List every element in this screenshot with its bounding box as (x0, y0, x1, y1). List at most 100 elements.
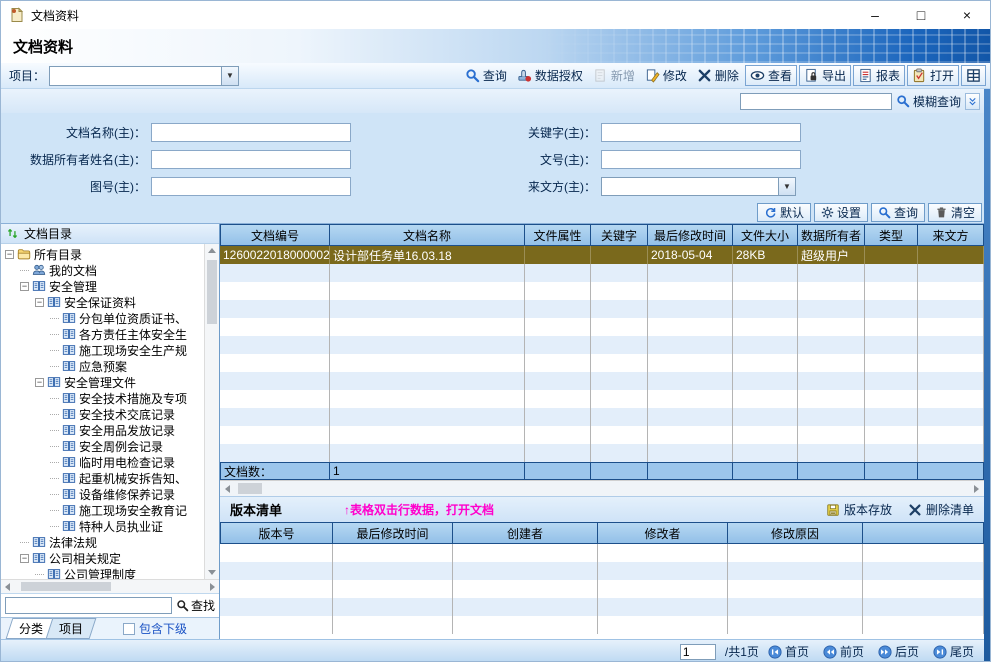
filter-default-button[interactable]: 默认 (757, 203, 811, 222)
toolbar-view-button[interactable]: 查看 (745, 65, 797, 86)
column-header[interactable]: 文档编号 (220, 224, 330, 246)
column-header[interactable]: 文档名称 (330, 224, 525, 246)
tree-item[interactable]: 我的文档 (1, 262, 204, 278)
column-header[interactable]: 来文方 (918, 224, 984, 246)
fuzzy-search-button[interactable]: 模糊查询 (896, 93, 961, 110)
table-row[interactable] (220, 408, 984, 426)
toolbar-data-auth-button[interactable]: 数据授权 (513, 65, 587, 86)
maximize-button[interactable]: □ (898, 1, 944, 29)
tree-item[interactable]: 法律法规 (1, 534, 204, 550)
column-header[interactable]: 数据所有者 (798, 224, 865, 246)
minimize-button[interactable]: – (852, 1, 898, 29)
page-number-input[interactable] (680, 644, 716, 660)
column-header[interactable]: 文件大小 (733, 224, 798, 246)
tree-expander-icon[interactable]: − (20, 282, 29, 291)
data-owner-name-input[interactable] (151, 150, 351, 169)
column-header[interactable]: 修改原因 (728, 522, 863, 544)
table-row[interactable] (220, 616, 984, 634)
table-row[interactable] (220, 562, 984, 580)
table-row[interactable] (220, 444, 984, 462)
scroll-up-icon[interactable] (208, 248, 216, 253)
table-row[interactable] (220, 580, 984, 598)
scrollbar-thumb[interactable] (207, 260, 217, 324)
chevron-down-icon[interactable]: ▼ (778, 178, 795, 195)
tree-item[interactable]: 分包单位资质证书、 (1, 310, 204, 326)
tree-item[interactable]: 特种人员执业证 (1, 518, 204, 534)
tree-expander-icon[interactable]: − (5, 250, 14, 259)
column-header[interactable]: 修改者 (598, 522, 728, 544)
filter-query-button[interactable]: 查询 (871, 203, 925, 222)
table-row[interactable]: 1260022018000002设计部任务单16.03.182018-05-04… (220, 246, 984, 264)
column-header[interactable]: 关键字 (591, 224, 648, 246)
tree-item[interactable]: 安全技术措施及专项 (1, 390, 204, 406)
tree-item[interactable]: 安全周例会记录 (1, 438, 204, 454)
tree-vertical-scrollbar[interactable] (204, 244, 219, 579)
toolbar-modify-button[interactable]: 修改 (641, 65, 691, 86)
drawing-no-input[interactable] (151, 177, 351, 196)
scroll-down-icon[interactable] (208, 570, 216, 575)
toolbar-report-button[interactable]: 报表 (853, 65, 905, 86)
double-chevron-down-icon[interactable] (965, 93, 980, 110)
close-button[interactable]: × (944, 1, 990, 29)
column-header[interactable]: 最后修改时间 (333, 522, 453, 544)
tree-find-button[interactable]: 查找 (176, 597, 215, 614)
project-select[interactable]: ▼ (49, 66, 239, 86)
fuzzy-search-input[interactable] (740, 93, 892, 110)
tab-project[interactable]: 项目 (46, 618, 97, 639)
table-row[interactable] (220, 264, 984, 282)
toolbar-delete-button[interactable]: 删除 (693, 65, 743, 86)
toolbar-export-button[interactable]: 导出 (799, 65, 851, 86)
tree-item[interactable]: −所有目录 (1, 246, 204, 262)
keyword-input[interactable] (601, 123, 801, 142)
scroll-left-icon[interactable] (225, 485, 230, 493)
table-row[interactable] (220, 318, 984, 336)
version-version-store-button[interactable]: 版本存放 (826, 501, 892, 518)
page-last-button[interactable]: 尾页 (933, 643, 974, 660)
table-row[interactable] (220, 390, 984, 408)
tree-item[interactable]: 应急预案 (1, 358, 204, 374)
page-next-button[interactable]: 后页 (878, 643, 919, 660)
table-row[interactable] (220, 282, 984, 300)
column-header[interactable]: 文件属性 (525, 224, 591, 246)
version-delete-list-button[interactable]: 删除清单 (908, 501, 974, 518)
scrollbar-thumb[interactable] (21, 582, 111, 591)
table-row[interactable] (220, 336, 984, 354)
tree-item[interactable]: 设备维修保养记录 (1, 486, 204, 502)
chevron-down-icon[interactable]: ▼ (221, 67, 238, 85)
toolbar-query-button[interactable]: 查询 (461, 65, 511, 86)
table-row[interactable] (220, 372, 984, 390)
tree-item[interactable]: −安全保证资料 (1, 294, 204, 310)
column-header[interactable]: 最后修改时间 (648, 224, 733, 246)
include-sub-option[interactable]: 包含下级 (123, 620, 187, 637)
tree-item[interactable]: 起重机械安拆告知、 (1, 470, 204, 486)
filter-settings-button[interactable]: 设置 (814, 203, 868, 222)
table-row[interactable] (220, 300, 984, 318)
column-header[interactable] (863, 522, 984, 544)
tree-item[interactable]: 各方责任主体安全生 (1, 326, 204, 342)
table-row[interactable] (220, 544, 984, 562)
tree-expander-icon[interactable]: − (20, 554, 29, 563)
tree-item[interactable]: −安全管理文件 (1, 374, 204, 390)
filter-clear-button[interactable]: 清空 (928, 203, 982, 222)
tree-expander-icon[interactable]: − (35, 378, 44, 387)
scroll-right-icon[interactable] (974, 485, 979, 493)
tree-expander-icon[interactable]: − (35, 298, 44, 307)
tree-item[interactable]: 临时用电检查记录 (1, 454, 204, 470)
tree-item[interactable]: −安全管理 (1, 278, 204, 294)
table-horizontal-scrollbar[interactable] (220, 480, 984, 496)
doc-name-input[interactable] (151, 123, 351, 142)
toolbar-grid-view-button[interactable] (961, 65, 986, 86)
tree-item[interactable]: 公司管理制度 (1, 566, 204, 579)
doc-number-input[interactable] (601, 150, 801, 169)
tree-item[interactable]: 施工现场安全生产规 (1, 342, 204, 358)
table-row[interactable] (220, 426, 984, 444)
scroll-right-icon[interactable] (210, 583, 215, 591)
tree-item[interactable]: −公司相关规定 (1, 550, 204, 566)
refresh-tree-icon[interactable] (6, 227, 19, 240)
table-row[interactable] (220, 354, 984, 372)
source-party-select[interactable]: ▼ (601, 177, 796, 196)
toolbar-open-button[interactable]: 打开 (907, 65, 959, 86)
tree-item[interactable]: 安全技术交底记录 (1, 406, 204, 422)
tree-item[interactable]: 安全用品发放记录 (1, 422, 204, 438)
page-prev-button[interactable]: 前页 (823, 643, 864, 660)
